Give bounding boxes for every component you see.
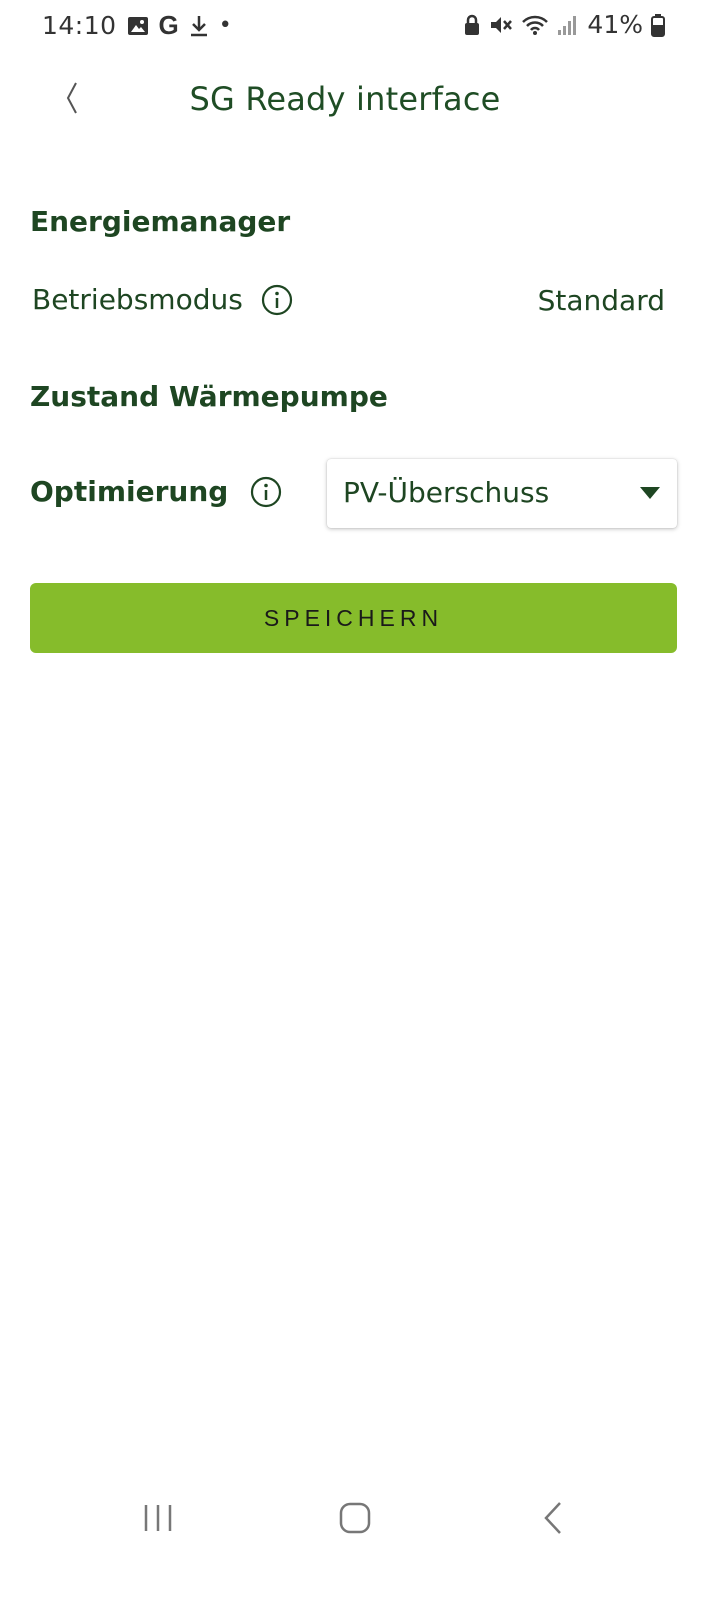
- operating-mode-value: Standard: [537, 284, 665, 317]
- battery-icon: [651, 13, 665, 37]
- signal-icon: [557, 14, 577, 36]
- wifi-icon: [521, 14, 549, 36]
- caret-down-icon: [639, 485, 661, 499]
- recent-apps-button[interactable]: [128, 1498, 188, 1542]
- optimization-label: Optimierung: [30, 475, 229, 508]
- app-header: SG Ready interface: [0, 70, 720, 134]
- status-bar-left: 14:10 G •: [42, 10, 232, 41]
- optimization-dropdown[interactable]: PV-Überschuss: [327, 459, 677, 528]
- system-nav-bar: [0, 1480, 720, 1560]
- home-button[interactable]: [325, 1498, 385, 1542]
- info-icon[interactable]: [250, 476, 282, 508]
- gallery-icon: [127, 16, 149, 36]
- status-bar: 14:10 G • 41%: [0, 0, 720, 52]
- system-back-button[interactable]: [523, 1498, 583, 1542]
- google-icon: G: [158, 10, 179, 40]
- mute-icon: [489, 14, 513, 36]
- download-icon: [189, 14, 209, 38]
- lock-icon: [463, 14, 481, 36]
- screen: 14:10 G • 41% SG Ready interface Energie…: [0, 0, 720, 1600]
- operating-mode-row-label: Betriebsmodus: [32, 283, 293, 316]
- dot-icon: •: [218, 13, 232, 38]
- info-icon[interactable]: [261, 284, 293, 316]
- section-heading-heat-pump: Zustand Wärmepumpe: [30, 380, 388, 413]
- battery-percent: 41%: [587, 10, 643, 39]
- save-button[interactable]: SPEICHERN: [30, 583, 677, 653]
- status-bar-right: 41%: [463, 10, 665, 39]
- home-icon: [338, 1501, 372, 1539]
- section-heading-energy-manager: Energiemanager: [30, 205, 291, 238]
- back-icon: [542, 1501, 564, 1539]
- page-title: SG Ready interface: [189, 80, 501, 118]
- operating-mode-label: Betriebsmodus: [32, 283, 243, 316]
- status-time: 14:10: [42, 11, 117, 40]
- save-button-label: SPEICHERN: [263, 604, 444, 631]
- optimization-selected-value: PV-Überschuss: [343, 476, 550, 509]
- optimization-row-label: Optimierung: [30, 475, 282, 508]
- recent-apps-icon: [142, 1503, 174, 1537]
